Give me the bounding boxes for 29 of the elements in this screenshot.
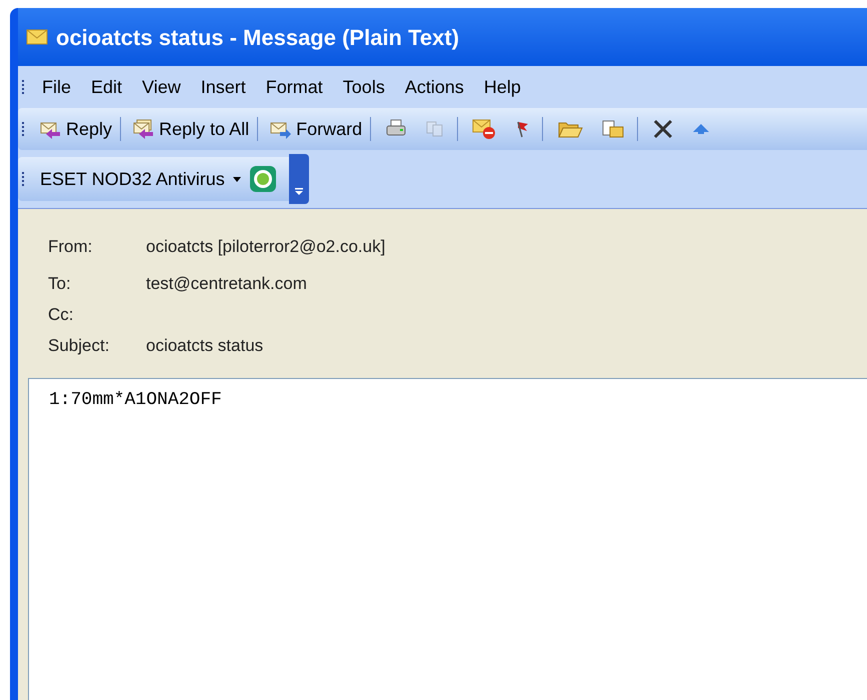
field-label: Subject: xyxy=(48,334,110,357)
message-body: 1:70mm*A1ONA2OFF xyxy=(28,378,867,700)
menu-item[interactable]: Edit xyxy=(81,74,132,100)
menu-item[interactable]: File xyxy=(32,74,82,100)
menu-item[interactable]: Actions xyxy=(394,74,474,100)
menu-item[interactable]: Tools xyxy=(332,74,395,100)
overflow-chevron-icon xyxy=(294,188,303,196)
envelope-no-entry-icon[interactable] xyxy=(472,118,496,140)
field-value: ocioatcts [piloterror2@o2.co.uk] xyxy=(146,236,386,258)
clipboard-folder-icon[interactable] xyxy=(601,118,626,140)
menu-item[interactable]: View xyxy=(132,74,191,100)
menu-item[interactable]: Help xyxy=(474,74,531,100)
menu-item[interactable]: Insert xyxy=(190,74,256,100)
field-value: ocioatcts status xyxy=(146,334,264,357)
toolbar-overflow-button[interactable] xyxy=(288,154,309,204)
menu-item[interactable]: Format xyxy=(256,74,333,100)
field-label: From: xyxy=(48,236,94,258)
toolbar-button[interactable]: Reply to All xyxy=(127,116,254,142)
caret-icon xyxy=(232,176,241,182)
envelope-icon xyxy=(26,28,48,46)
field-label: Cc: xyxy=(48,304,74,326)
antivirus-dropdown[interactable]: ESET NOD32 Antivirus xyxy=(40,166,241,192)
field-label: To: xyxy=(48,272,72,295)
envelope-left-arrow-icon xyxy=(131,119,156,139)
toolbar-button[interactable]: Forward xyxy=(264,116,366,142)
field-value: test@centretank.com xyxy=(146,272,307,295)
window-title: ocioatcts status - Message (Plain Text) xyxy=(56,24,460,52)
delete-x-icon[interactable] xyxy=(652,118,674,140)
toolbar-button[interactable]: Reply xyxy=(34,116,116,142)
